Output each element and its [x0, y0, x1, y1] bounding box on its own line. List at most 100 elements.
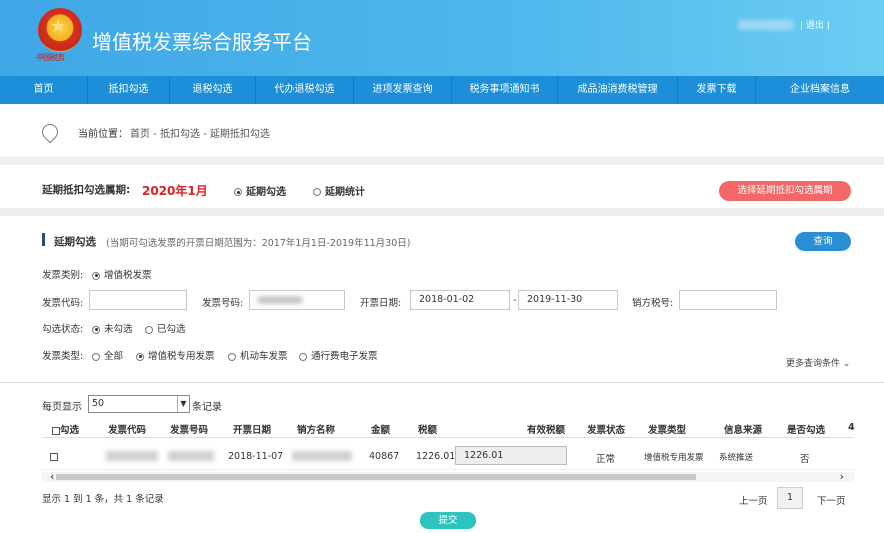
chevron-right-icon[interactable]: ›: [840, 470, 844, 483]
column-header: 销方名称: [297, 425, 336, 436]
next-page-button[interactable]: 下一页: [817, 493, 846, 507]
radio-type-special[interactable]: 增值税专用发票: [136, 348, 215, 362]
column-header: 4: [848, 422, 855, 433]
radio-label: 增值税发票: [104, 270, 152, 281]
radio-delayed-stats[interactable]: 延期统计: [313, 183, 365, 198]
date-from-input[interactable]: 2018-01-02: [410, 290, 510, 310]
chevron-down-icon: ⌄: [842, 359, 851, 369]
nav-item-download[interactable]: 发票下载: [678, 76, 756, 104]
section-title: 延期勾选: [54, 236, 96, 248]
column-header: 金额: [371, 425, 391, 436]
radio-unchecked[interactable]: 未勾选: [92, 321, 133, 335]
main-nav: 首页 抵扣勾选 退税勾选 代办退税勾选 进项发票查询 税务事项通知书 成品油消费…: [0, 76, 884, 104]
more-conditions-link[interactable]: 更多查询条件 ⌄: [786, 356, 850, 369]
radio-invoice-category[interactable]: 增值税发票: [92, 267, 152, 281]
invoice-code-input[interactable]: [89, 290, 187, 310]
select-all-checkbox[interactable]: 勾选: [52, 422, 79, 436]
divider: [0, 208, 884, 216]
location-pin-icon: [38, 120, 62, 144]
select-period-button[interactable]: 选择延期抵扣勾选属期: [719, 181, 851, 201]
radio-selected-icon: [234, 188, 242, 196]
period-label: 延期抵扣勾选属期:: [42, 184, 131, 196]
check-status-label: 勾选状态:: [42, 324, 84, 335]
nav-item-enterprise-info[interactable]: 企业档案信息: [756, 76, 884, 104]
current-page[interactable]: 1: [777, 487, 803, 509]
radio-selected-icon: [92, 325, 100, 334]
invoice-code-label: 发票代码:: [42, 298, 84, 309]
table-row: 2018-11-07 40867 1226.01 1226.01 正常 增值税专…: [42, 442, 854, 470]
radio-label: 延期勾选: [246, 187, 286, 198]
radio-label: 机动车发票: [240, 351, 288, 362]
invoice-number-cell: [168, 451, 214, 461]
star-icon: ★: [50, 16, 67, 37]
invoice-type-label: 发票类型:: [42, 351, 84, 362]
logout-link[interactable]: | 退出 |: [800, 18, 830, 31]
horizontal-scrollbar[interactable]: ‹ ›: [42, 470, 854, 483]
radio-delayed-select[interactable]: 延期勾选: [234, 183, 286, 198]
emblem-text: 中国税务: [36, 53, 65, 62]
column-header: 发票类型: [648, 425, 687, 436]
nav-item-input-query[interactable]: 进项发票查询: [354, 76, 452, 104]
invoice-category-label: 发票类别:: [42, 270, 84, 281]
query-button[interactable]: 查询: [795, 232, 851, 251]
type-cell: 增值税专用发票: [644, 453, 704, 463]
nav-item-deduction[interactable]: 抵扣勾选: [88, 76, 170, 104]
nav-item-oil-tax[interactable]: 成品油消费税管理: [558, 76, 678, 104]
column-header: 发票号码: [170, 425, 209, 436]
chevron-down-icon: ▼: [177, 396, 189, 412]
column-header: 信息来源: [724, 425, 763, 436]
section-marker: [42, 233, 45, 246]
radio-type-all[interactable]: 全部: [92, 348, 123, 362]
scrollbar-thumb[interactable]: [56, 474, 696, 480]
radio-label: 未勾选: [104, 324, 133, 335]
checked-cell: 否: [800, 454, 810, 465]
per-page-suffix: 条记录: [192, 402, 222, 413]
source-cell: 系统推送: [719, 453, 754, 463]
seller-tax-label: 销方税号:: [632, 298, 674, 309]
site-title: 增值税发票综合服务平台: [92, 30, 312, 54]
radio-unselected-icon: [313, 188, 321, 196]
more-conditions-label: 更多查询条件: [786, 359, 841, 369]
radio-unselected-icon: [299, 352, 307, 361]
nav-item-home[interactable]: 首页: [0, 76, 88, 104]
radio-label: 通行费电子发票: [311, 351, 378, 362]
row-checkbox[interactable]: [50, 451, 58, 462]
radio-label: 已勾选: [157, 324, 186, 335]
chevron-left-icon[interactable]: ‹: [50, 470, 54, 483]
header: ★ 中国税务 增值税发票综合服务平台 | 退出 |: [0, 0, 884, 76]
radio-unselected-icon: [92, 352, 100, 361]
invoice-number-input[interactable]: [249, 290, 345, 310]
per-page-label: 每页显示: [42, 402, 82, 413]
amount-cell: 40867: [369, 451, 400, 462]
column-header: 发票代码: [108, 425, 147, 436]
nav-item-agent-refund[interactable]: 代办退税勾选: [256, 76, 354, 104]
user-name: [738, 20, 794, 30]
radio-unselected-icon: [228, 352, 236, 361]
section-note: (当期可勾选发票的开票日期范围为：2017年1月1日-2019年11月30日): [106, 238, 411, 249]
breadcrumb: 当前位置： 首页 - 抵扣勾选 - 延期抵扣勾选: [38, 120, 270, 144]
redacted-value: [258, 295, 302, 304]
status-cell: 正常: [596, 454, 616, 465]
per-page-select[interactable]: 50 ▼: [88, 395, 190, 413]
column-header: 开票日期: [233, 425, 272, 436]
date-to-input[interactable]: 2019-11-30: [518, 290, 618, 310]
column-header: 有效税额: [527, 425, 566, 436]
seller-name-cell: [292, 451, 352, 461]
period-value: 2020年1月: [142, 184, 208, 198]
column-header: 是否勾选: [787, 425, 826, 436]
tax-cell: 1226.01: [416, 451, 456, 462]
nav-item-tax-notice[interactable]: 税务事项通知书: [452, 76, 558, 104]
submit-button[interactable]: 提交: [420, 512, 476, 529]
radio-unselected-icon: [145, 325, 153, 334]
issue-date-cell: 2018-11-07: [228, 451, 284, 462]
radio-checked[interactable]: 已勾选: [145, 321, 186, 335]
checkbox-icon: [52, 426, 60, 435]
effective-tax-input[interactable]: 1226.01: [455, 446, 567, 465]
seller-tax-input[interactable]: [679, 290, 777, 310]
breadcrumb-label: 当前位置：: [78, 128, 128, 140]
nav-item-refund[interactable]: 退税勾选: [170, 76, 256, 104]
prev-page-button[interactable]: 上一页: [739, 493, 768, 507]
radio-type-toll[interactable]: 通行费电子发票: [299, 348, 378, 362]
column-header: 税额: [418, 425, 438, 436]
radio-type-vehicle[interactable]: 机动车发票: [228, 348, 288, 362]
